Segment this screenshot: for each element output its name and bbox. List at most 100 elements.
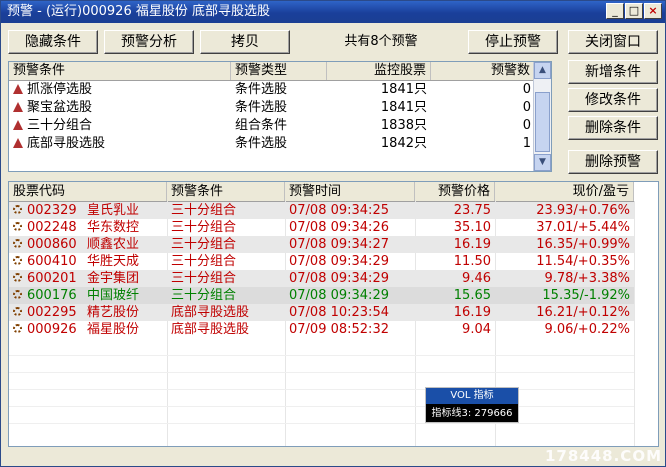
alert-now: 23.93/+0.76% xyxy=(536,203,630,218)
alert-time: 07/08 09:34:25 xyxy=(289,203,389,218)
condition-row[interactable]: 聚宝盆选股 条件选股 1841只 0 xyxy=(9,99,535,117)
alert-row[interactable]: 600201 金宇集团 三十分组合 07/08 09:34:29 9.46 9.78/+3… xyxy=(9,270,634,287)
condition-type: 条件选股 xyxy=(235,100,288,115)
alert-code: 000926 xyxy=(27,322,77,337)
alert-code: 002295 xyxy=(27,305,77,320)
alert-now: 37.01/+5.44% xyxy=(536,220,630,235)
alert-code: 600176 xyxy=(27,288,77,303)
modify-condition-button[interactable]: 修改条件 xyxy=(568,88,658,112)
header-alert-price[interactable]: 预警价格 xyxy=(415,182,495,201)
alert-time: 07/08 09:34:26 xyxy=(289,220,389,235)
condition-type: 组合条件 xyxy=(235,118,288,133)
alert-row[interactable]: 002295 精艺股份 底部寻股选股 07/08 10:23:54 16.19 16.21… xyxy=(9,304,634,321)
alert-price: 9.46 xyxy=(462,271,491,286)
condition-name: 三十分组合 xyxy=(27,118,93,133)
alert-cond: 三十分组合 xyxy=(171,254,237,269)
alert-analysis-button[interactable]: 预警分析 xyxy=(104,30,194,54)
scroll-thumb[interactable] xyxy=(535,92,550,152)
close-button[interactable]: × xyxy=(644,3,662,19)
header-condition[interactable]: 预警条件 xyxy=(9,62,231,80)
alert-name: 中国玻纤 xyxy=(87,288,140,303)
scroll-up-icon[interactable]: ▲ xyxy=(534,62,551,79)
tooltip-value: 指标线3: 279666 xyxy=(431,408,513,419)
alert-row[interactable]: 002248 华东数控 三十分组合 07/08 09:34:26 35.10 37.01/… xyxy=(9,219,634,236)
alert-code: 002329 xyxy=(27,203,77,218)
alert-name: 精艺股份 xyxy=(87,305,140,320)
header-current-price[interactable]: 现价/盈亏 xyxy=(495,182,634,201)
alerts-list[interactable]: 股票代码 预警条件 预警时间 预警价格 现价/盈亏 002329 皇氏乳业三十分组… xyxy=(8,181,659,447)
hide-conditions-button[interactable]: 隐藏条件 xyxy=(8,30,98,54)
alert-sun-icon xyxy=(13,324,22,333)
alert-cond: 三十分组合 xyxy=(171,237,237,252)
delete-alert-button[interactable]: 删除预警 xyxy=(568,150,658,174)
condition-type: 条件选股 xyxy=(235,136,288,151)
condition-monitor: 1841只 xyxy=(380,82,427,97)
alert-name: 金宇集团 xyxy=(87,271,140,286)
header-alert-condition[interactable]: 预警条件 xyxy=(167,182,285,201)
alert-now: 9.06/+0.22% xyxy=(544,322,630,337)
alert-time: 07/08 09:34:29 xyxy=(289,254,389,269)
alert-now: 11.54/+0.35% xyxy=(536,254,630,269)
header-count[interactable]: 预警数 xyxy=(431,62,535,80)
condition-row[interactable]: 三十分组合 组合条件 1838只 0 xyxy=(9,117,535,135)
alert-sun-icon xyxy=(13,205,22,214)
close-window-button[interactable]: 关闭窗口 xyxy=(568,30,658,54)
alert-name: 皇氏乳业 xyxy=(87,203,140,218)
alert-count-label: 共有8个预警 xyxy=(344,34,418,49)
alert-price: 16.19 xyxy=(453,305,491,320)
alert-name: 华胜天成 xyxy=(87,254,140,269)
alert-name: 华东数控 xyxy=(87,220,140,235)
alert-now: 16.35/+0.99% xyxy=(536,237,630,252)
header-type[interactable]: 预警类型 xyxy=(231,62,327,80)
alert-sun-icon xyxy=(13,256,22,265)
header-monitor[interactable]: 监控股票 xyxy=(327,62,431,80)
condition-type: 条件选股 xyxy=(235,82,288,97)
window-title: 预警 - (运行)000926 福星股份 底部寻股选股 xyxy=(7,4,270,19)
alert-time: 07/09 08:52:32 xyxy=(289,322,389,337)
header-stock-code[interactable]: 股票代码 xyxy=(9,182,167,201)
scroll-down-icon[interactable]: ▼ xyxy=(534,154,551,171)
condition-count: 0 xyxy=(522,100,531,115)
condition-count: 0 xyxy=(522,82,531,97)
conditions-header: 预警条件 预警类型 监控股票 预警数 xyxy=(9,62,535,81)
alert-row[interactable]: 000860 顺鑫农业 三十分组合 07/08 09:34:27 16.19 16.35/… xyxy=(9,236,634,253)
header-alert-time[interactable]: 预警时间 xyxy=(285,182,415,201)
alert-cond: 底部寻股选股 xyxy=(171,305,250,320)
delete-condition-button[interactable]: 删除条件 xyxy=(568,116,658,140)
alert-price: 35.10 xyxy=(453,220,491,235)
alert-row[interactable]: 002329 皇氏乳业 三十分组合 07/08 09:34:25 23.75 23.93/… xyxy=(9,202,634,219)
alert-time: 07/08 09:34:29 xyxy=(289,271,389,286)
maximize-button[interactable]: □ xyxy=(625,3,643,19)
condition-monitor: 1838只 xyxy=(380,118,427,133)
alert-sun-icon xyxy=(13,307,22,316)
alert-cond: 三十分组合 xyxy=(171,220,237,235)
condition-monitor: 1841只 xyxy=(380,100,427,115)
stop-alert-button[interactable]: 停止预警 xyxy=(468,30,558,54)
conditions-scrollbar[interactable]: ▲ ▼ xyxy=(533,62,551,171)
alert-row[interactable]: 000926 福星股份 底部寻股选股 07/09 08:52:32 9.04 9.06/+… xyxy=(9,321,634,338)
tooltip-title: VOL 指标 xyxy=(426,388,518,404)
vol-indicator-tooltip: VOL 指标 指标线3: 279666 xyxy=(425,387,519,423)
copy-button[interactable]: 拷贝 xyxy=(200,30,290,54)
alert-row[interactable]: 600410 华胜天成 三十分组合 07/08 09:34:29 11.50 11.54/… xyxy=(9,253,634,270)
alerts-header: 股票代码 预警条件 预警时间 预警价格 现价/盈亏 xyxy=(9,182,634,202)
grid-line xyxy=(9,372,634,373)
alert-window: 预警 - (运行)000926 福星股份 底部寻股选股 _ □ × 隐藏条件 预… xyxy=(0,0,666,467)
title-bar[interactable]: 预警 - (运行)000926 福星股份 底部寻股选股 _ □ × xyxy=(1,1,665,23)
add-condition-button[interactable]: 新增条件 xyxy=(568,60,658,84)
alert-time: 07/08 09:34:29 xyxy=(289,288,389,303)
condition-row[interactable]: 抓涨停选股 条件选股 1841只 0 xyxy=(9,81,535,99)
grid-line xyxy=(9,423,634,424)
alert-price: 23.75 xyxy=(453,203,491,218)
condition-name: 抓涨停选股 xyxy=(27,82,93,97)
condition-row[interactable]: 底部寻股选股 条件选股 1842只 1 xyxy=(9,135,535,153)
alert-time: 07/08 09:34:27 xyxy=(289,237,389,252)
alert-code: 600201 xyxy=(27,271,77,286)
alert-price: 9.04 xyxy=(462,322,491,337)
warning-icon xyxy=(13,84,23,94)
minimize-button[interactable]: _ xyxy=(606,3,624,19)
alert-row[interactable]: 600176 中国玻纤 三十分组合 07/08 09:34:29 15.65 15.35/… xyxy=(9,287,634,304)
condition-name: 聚宝盆选股 xyxy=(27,100,93,115)
alert-sun-icon xyxy=(13,290,22,299)
conditions-list[interactable]: 预警条件 预警类型 监控股票 预警数 抓涨停选股 条件选股 1841只 0 聚宝… xyxy=(8,61,552,172)
